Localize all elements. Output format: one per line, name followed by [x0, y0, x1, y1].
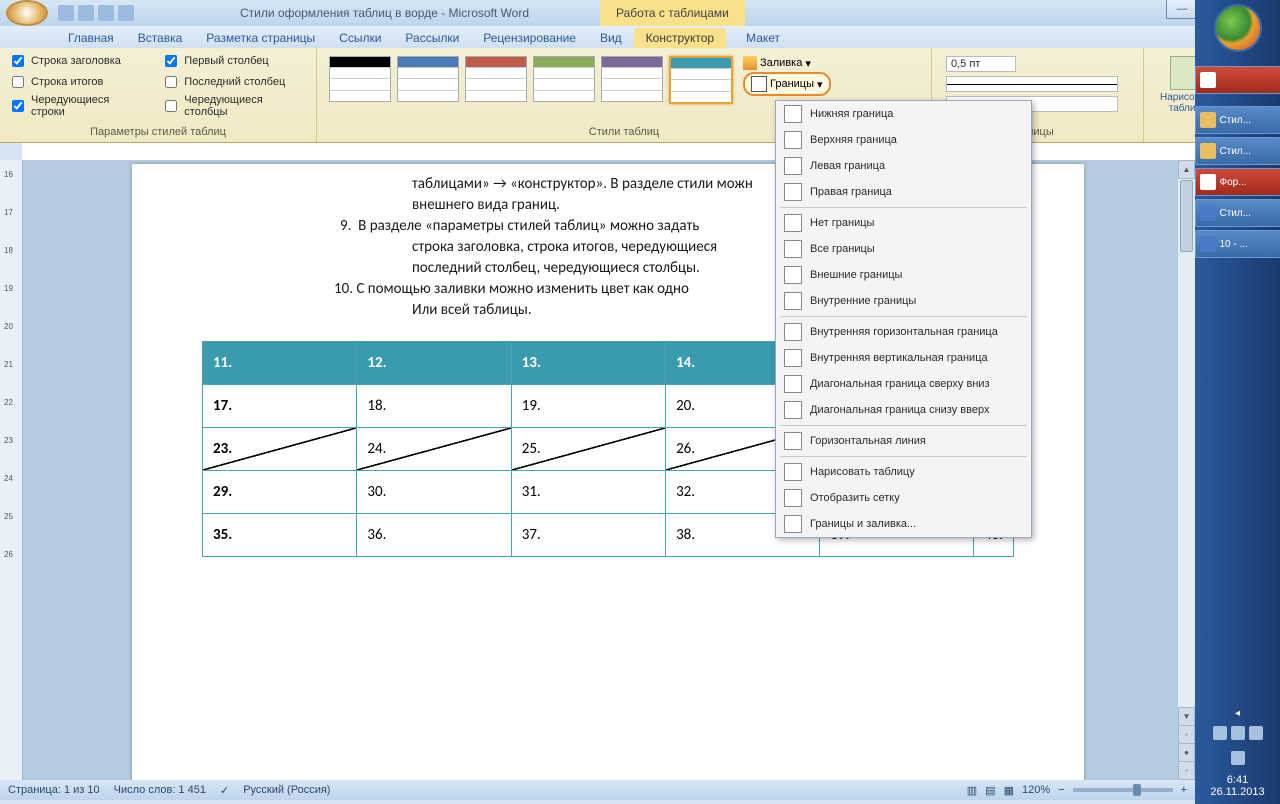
group-table-style-options: Строка заголовка Строка итогов Чередующи…	[0, 48, 317, 142]
tab-references[interactable]: Ссылки	[327, 28, 393, 48]
tray-network-icon[interactable]	[1249, 726, 1263, 740]
view-web-icon[interactable]: ▦	[1004, 784, 1014, 797]
dd-outside-borders[interactable]: Внешние границы	[776, 262, 1031, 288]
tab-home[interactable]: Главная	[56, 28, 126, 48]
dd-right-border[interactable]: Правая граница	[776, 179, 1031, 205]
dd-no-border[interactable]: Нет границы	[776, 210, 1031, 236]
group-label: Параметры стилей таблиц	[8, 124, 308, 138]
tab-view[interactable]: Вид	[588, 28, 634, 48]
tab-mailings[interactable]: Рассылки	[393, 28, 471, 48]
tray-icon[interactable]	[1231, 751, 1245, 765]
borders-button[interactable]: Границы ▾	[743, 72, 831, 96]
chk-banded-rows[interactable]: Чередующиеся строки	[8, 94, 145, 118]
dd-top-border[interactable]: Верхняя граница	[776, 127, 1031, 153]
status-language[interactable]: Русский (Россия)	[243, 784, 330, 796]
quick-access-toolbar	[58, 5, 134, 21]
taskbar-item[interactable]: Стил...	[1195, 137, 1280, 165]
scroll-up-button[interactable]: ▲	[1178, 160, 1195, 179]
tab-insert[interactable]: Вставка	[126, 28, 195, 48]
ribbon: Строка заголовка Строка итогов Чередующи…	[0, 48, 1280, 143]
undo-icon[interactable]	[78, 5, 94, 21]
status-page[interactable]: Страница: 1 из 10	[8, 784, 100, 796]
style-thumb[interactable]	[533, 56, 595, 102]
taskbar-item[interactable]: 10 - ...	[1195, 230, 1280, 258]
contextual-tab-table-tools: Работа с таблицами	[600, 0, 745, 26]
tab-design[interactable]: Конструктор	[634, 28, 726, 48]
spellcheck-icon[interactable]	[118, 5, 134, 21]
system-tray	[1202, 722, 1274, 744]
taskbar-item[interactable]: Стил...	[1195, 106, 1280, 134]
dd-bottom-border[interactable]: Нижняя граница	[776, 101, 1031, 127]
dd-all-borders[interactable]: Все границы	[776, 236, 1031, 262]
borders-dropdown: Нижняя граница Верхняя граница Левая гра…	[775, 100, 1032, 538]
view-print-layout-icon[interactable]: ▥	[967, 784, 977, 797]
dd-left-border[interactable]: Левая граница	[776, 153, 1031, 179]
tray-icon[interactable]	[1213, 726, 1227, 740]
browse-object-button[interactable]: ●	[1178, 743, 1195, 762]
dd-view-gridlines[interactable]: Отобразить сетку	[776, 485, 1031, 511]
tab-layout[interactable]: Макет	[734, 28, 792, 48]
window-title: Стили оформления таблиц в ворде - Micros…	[240, 6, 529, 20]
save-icon[interactable]	[58, 5, 74, 21]
style-thumb-selected[interactable]	[669, 56, 733, 104]
redo-icon[interactable]	[98, 5, 114, 21]
style-thumb[interactable]	[601, 56, 663, 102]
tab-page-layout[interactable]: Разметка страницы	[194, 28, 327, 48]
dd-inside-v-border[interactable]: Внутренняя вертикальная граница	[776, 345, 1031, 371]
pen-style-select[interactable]	[946, 76, 1118, 92]
style-thumb[interactable]	[329, 56, 391, 102]
view-reading-icon[interactable]: ▤	[985, 784, 995, 797]
scroll-thumb[interactable]	[1180, 180, 1193, 252]
status-spell-icon[interactable]: ✓	[220, 784, 229, 797]
style-thumb[interactable]	[465, 56, 527, 102]
pen-weight-select[interactable]: 0,5 пт	[946, 56, 1016, 72]
chk-last-col[interactable]: Последний столбец	[161, 73, 308, 91]
chk-first-col[interactable]: Первый столбец	[161, 52, 308, 70]
vertical-scrollbar[interactable]: ▲ ▼ ◦ ● ◦	[1177, 160, 1195, 780]
chk-banded-cols[interactable]: Чередующиеся столбцы	[161, 94, 308, 118]
zoom-level[interactable]: 120%	[1022, 784, 1050, 796]
status-bar: Страница: 1 из 10 Число слов: 1 451 ✓ Ру…	[0, 780, 1195, 800]
dd-diag-up[interactable]: Диагональная граница снизу вверх	[776, 397, 1031, 423]
windows-taskbar: Стил... Стил... Фор... Стил... 10 - ... …	[1195, 0, 1280, 804]
taskbar-item[interactable]: Фор...	[1195, 168, 1280, 196]
dd-inside-h-border[interactable]: Внутренняя горизонтальная граница	[776, 319, 1031, 345]
taskbar-item[interactable]	[1195, 66, 1280, 94]
dd-horizontal-line[interactable]: Горизонтальная линия	[776, 428, 1031, 454]
borders-icon	[751, 76, 767, 92]
dd-inside-borders[interactable]: Внутренние границы	[776, 288, 1031, 314]
taskbar-clock[interactable]: 6:41 26.11.2013	[1210, 772, 1264, 804]
start-button[interactable]	[1214, 4, 1262, 52]
ribbon-tabs: Главная Вставка Разметка страницы Ссылки…	[0, 26, 1280, 48]
taskbar-item[interactable]: Стил...	[1195, 199, 1280, 227]
tray-volume-icon[interactable]	[1231, 726, 1245, 740]
prev-page-button[interactable]: ◦	[1178, 725, 1195, 744]
chk-total-row[interactable]: Строка итогов	[8, 73, 145, 91]
tab-review[interactable]: Рецензирование	[471, 28, 588, 48]
zoom-out-button[interactable]: −	[1058, 784, 1064, 796]
next-page-button[interactable]: ◦	[1178, 761, 1195, 780]
scroll-down-button[interactable]: ▼	[1178, 707, 1195, 726]
zoom-slider[interactable]	[1073, 788, 1173, 792]
dd-diag-down[interactable]: Диагональная граница сверху вниз	[776, 371, 1031, 397]
shading-button[interactable]: Заливка ▾	[743, 56, 831, 70]
status-word-count[interactable]: Число слов: 1 451	[114, 784, 206, 796]
chk-header-row[interactable]: Строка заголовка	[8, 52, 145, 70]
dd-borders-shading[interactable]: Границы и заливка...	[776, 511, 1031, 537]
title-bar: Стили оформления таблиц в ворде - Micros…	[0, 0, 1280, 26]
tray-expand-icon[interactable]: ◂	[1235, 708, 1240, 719]
office-button[interactable]	[6, 0, 48, 26]
zoom-in-button[interactable]: +	[1181, 784, 1187, 796]
vertical-ruler[interactable]: 16171819 20212223 242526	[0, 160, 23, 780]
style-thumb[interactable]	[397, 56, 459, 102]
dd-draw-table[interactable]: Нарисовать таблицу	[776, 459, 1031, 485]
minimize-button[interactable]: —	[1166, 0, 1198, 19]
